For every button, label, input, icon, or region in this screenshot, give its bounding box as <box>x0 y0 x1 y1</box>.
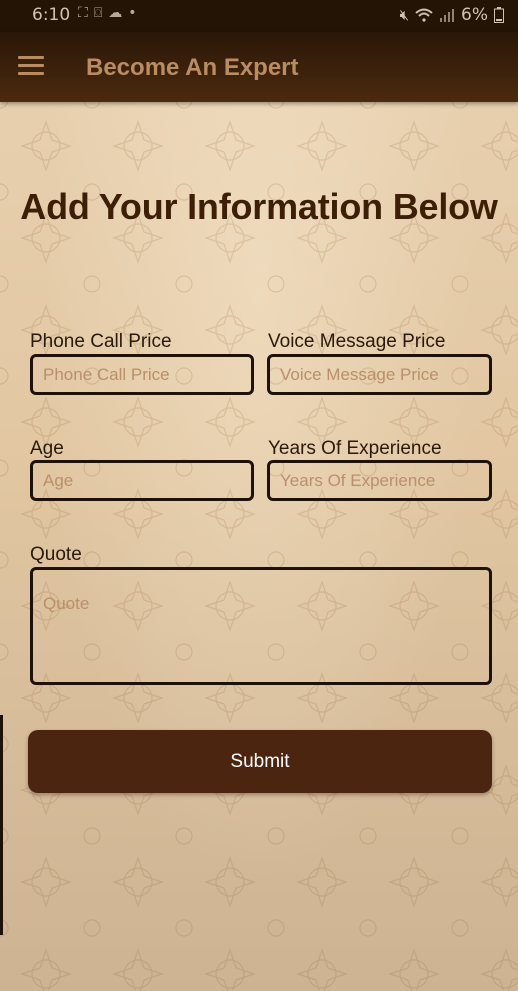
phone-call-price-input[interactable] <box>30 354 254 395</box>
quote-textarea[interactable] <box>30 567 492 685</box>
edge-scroll-indicator <box>0 715 3 935</box>
voice-message-price-label: Voice Message Price <box>268 331 446 352</box>
cast-icon: ⌼ <box>93 5 109 21</box>
app-bar: Become An Expert <box>0 32 518 102</box>
years-of-experience-label: Years Of Experience <box>268 438 442 459</box>
age-input[interactable] <box>30 460 254 501</box>
page-heading: Add Your Information Below <box>20 186 498 227</box>
phone-call-price-label: Phone Call Price <box>30 331 172 352</box>
app-title: Become An Expert <box>86 54 299 81</box>
dot-icon: • <box>128 5 143 21</box>
mute-icon: 🔇︎ <box>399 6 410 24</box>
status-system-icons: 🔇︎ 6% <box>400 5 504 25</box>
age-label: Age <box>30 438 64 459</box>
submit-button[interactable]: Submit <box>28 730 492 793</box>
voice-message-price-input[interactable] <box>267 354 492 395</box>
battery-icon <box>494 7 504 23</box>
screenshot-icon: ⛶ <box>78 5 94 21</box>
screen: 6:10 ⛶⌼☁• 🔇︎ 6% Become An Expert Add You… <box>0 0 518 991</box>
status-bar: 6:10 ⛶⌼☁• 🔇︎ 6% <box>0 0 518 32</box>
wifi-icon <box>415 8 433 22</box>
quote-label: Quote <box>30 544 82 565</box>
years-of-experience-input[interactable] <box>267 460 492 501</box>
battery-percent: 6% <box>461 5 488 25</box>
status-time: 6:10 <box>32 5 71 25</box>
status-notification-icons: ⛶⌼☁• <box>78 5 142 21</box>
weather-icon: ☁ <box>108 5 129 21</box>
hamburger-menu-icon[interactable] <box>18 56 44 76</box>
signal-icon <box>440 9 455 22</box>
